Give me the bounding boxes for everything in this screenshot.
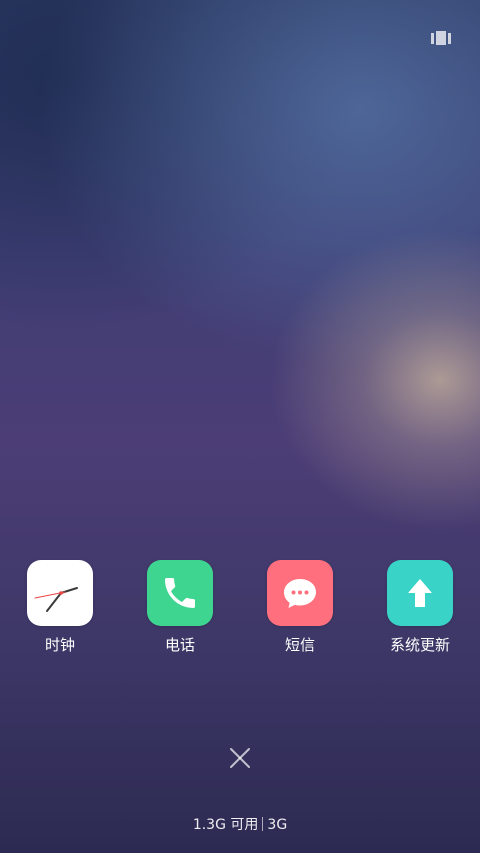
system-update-app-label: 系统更新 (389, 636, 450, 654)
phone-app-label: 电话 (164, 636, 195, 654)
memory-available: 1.3G 可用 (192, 817, 259, 833)
clock-app-icon (27, 560, 93, 626)
messages-app-label: 短信 (284, 636, 315, 654)
system-update-app-icon (387, 560, 453, 626)
recent-app-system-update[interactable]: 系统更新 (360, 560, 480, 654)
clear-all-button[interactable] (226, 744, 254, 772)
recent-apps-row: 时钟 电话 短信 系统更新 (0, 560, 480, 660)
phone-icon (165, 578, 195, 608)
phone-app-icon (147, 560, 213, 626)
memory-divider (262, 817, 264, 831)
recents-overview-button[interactable] (428, 28, 454, 48)
memory-total: 3G (267, 817, 288, 833)
clock-app-label: 时钟 (44, 636, 75, 654)
messages-app-icon (267, 560, 333, 626)
clock-icon (34, 587, 78, 612)
recent-app-messages[interactable]: 短信 (240, 560, 360, 654)
recents-overview-icon (431, 32, 434, 44)
close-icon (230, 748, 250, 768)
update-arrow-icon (408, 579, 432, 607)
recent-app-phone[interactable]: 电话 (120, 560, 240, 654)
recent-app-clock[interactable]: 时钟 (0, 560, 120, 654)
message-icon (284, 579, 316, 608)
memory-status: 1.3G 可用 3G (0, 815, 480, 835)
